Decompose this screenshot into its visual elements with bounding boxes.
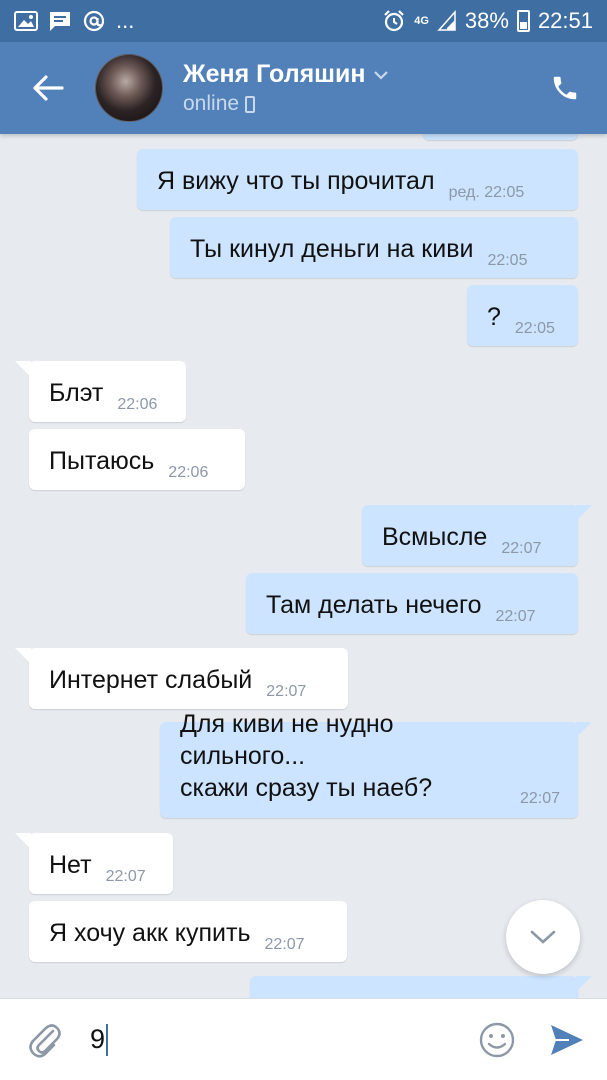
avatar[interactable] [95, 54, 163, 122]
call-button[interactable] [545, 68, 585, 108]
phone-icon [553, 76, 577, 100]
message-icon [50, 12, 70, 31]
message-time: 22:07 [266, 683, 307, 700]
message-bubble-partial [423, 134, 578, 140]
attach-button[interactable] [0, 999, 90, 1080]
message-bubble-partial [250, 976, 592, 998]
message-text: Блэт [49, 379, 104, 407]
message-text: Пытаюсь [49, 447, 155, 475]
send-button[interactable] [527, 999, 607, 1080]
smiley-icon [479, 1022, 515, 1057]
message-text: Ты кинул деньги на киви [190, 235, 474, 263]
message-bubble[interactable]: ? 22:05 [467, 285, 578, 346]
message-list[interactable]: Я вижу что ты прочитал ред. 22:05 Ты кин… [0, 134, 607, 998]
message-time: 22:07 [105, 868, 146, 885]
message-time: 22:07 [495, 608, 536, 625]
message-time: 22:05 [487, 252, 528, 269]
at-icon [83, 10, 105, 32]
more-dots: ... [116, 8, 135, 33]
message-composer: 9 [0, 998, 607, 1080]
chevron-down-icon [374, 70, 389, 80]
contact-name: Женя Голяшин [183, 60, 366, 88]
send-icon [551, 1024, 583, 1055]
alarm-icon [384, 10, 404, 32]
message-time: ред. 22:05 [448, 184, 525, 201]
back-button[interactable] [0, 42, 95, 134]
message-input-value: 9 [90, 1024, 106, 1054]
message-text: Там делать нечего [266, 591, 482, 619]
clock: 22:51 [537, 8, 593, 33]
paperclip-icon [29, 1023, 61, 1058]
message-time: 22:06 [117, 396, 158, 413]
message-bubble[interactable]: Блэт 22:06 [15, 361, 186, 422]
message-text: Интернет слабый [49, 666, 253, 694]
status-bar: ... 4G 38% 22:51 [0, 0, 607, 42]
chat-header: Женя Голяшин online [0, 42, 607, 134]
mobile-icon [245, 95, 256, 113]
message-bubble[interactable]: Всмысле 22:07 [362, 505, 592, 566]
message-input[interactable]: 9 [90, 1023, 467, 1056]
emoji-button[interactable] [467, 999, 527, 1080]
scroll-down-button[interactable] [506, 900, 580, 974]
message-time: 22:05 [514, 320, 555, 337]
arrow-back-icon [32, 75, 64, 101]
message-bubble[interactable]: Я хочу акк купить 22:07 [29, 901, 347, 962]
message-time: 22:07 [519, 790, 560, 807]
battery-percent: 38% [464, 8, 509, 33]
message-text: ? [487, 303, 501, 331]
network-type: 4G [414, 14, 429, 27]
message-time: 22:07 [501, 540, 542, 557]
message-bubble[interactable]: Интернет слабый 22:07 [15, 648, 348, 709]
battery-icon [516, 10, 530, 32]
image-icon [14, 11, 38, 31]
message-bubble[interactable]: Пытаюсь 22:06 [29, 429, 245, 490]
message-bubble[interactable]: Нет 22:07 [15, 833, 173, 894]
message-bubble[interactable]: Ты кинул деньги на киви 22:05 [170, 217, 578, 278]
chevron-down-icon [530, 930, 556, 944]
message-bubble[interactable]: Я вижу что ты прочитал ред. 22:05 [137, 149, 578, 210]
message-bubble[interactable]: Там делать нечего 22:07 [246, 573, 578, 634]
contact-title[interactable]: Женя Голяшин online [183, 60, 389, 116]
message-text: Я вижу что ты прочитал [157, 167, 435, 195]
message-text: Нет [49, 851, 92, 879]
message-bubble[interactable]: Для киви не нудно сильного... скажи сраз… [160, 710, 592, 818]
message-text: Всмысле [382, 523, 488, 551]
text-caret [106, 1023, 109, 1056]
message-text: Для киви не нудно сильного... скажи сраз… [180, 710, 433, 802]
signal-icon [437, 10, 456, 31]
message-text: Я хочу акк купить [49, 919, 251, 947]
message-time: 22:06 [168, 464, 209, 481]
message-time: 22:07 [264, 936, 305, 953]
contact-status: online [183, 92, 240, 115]
